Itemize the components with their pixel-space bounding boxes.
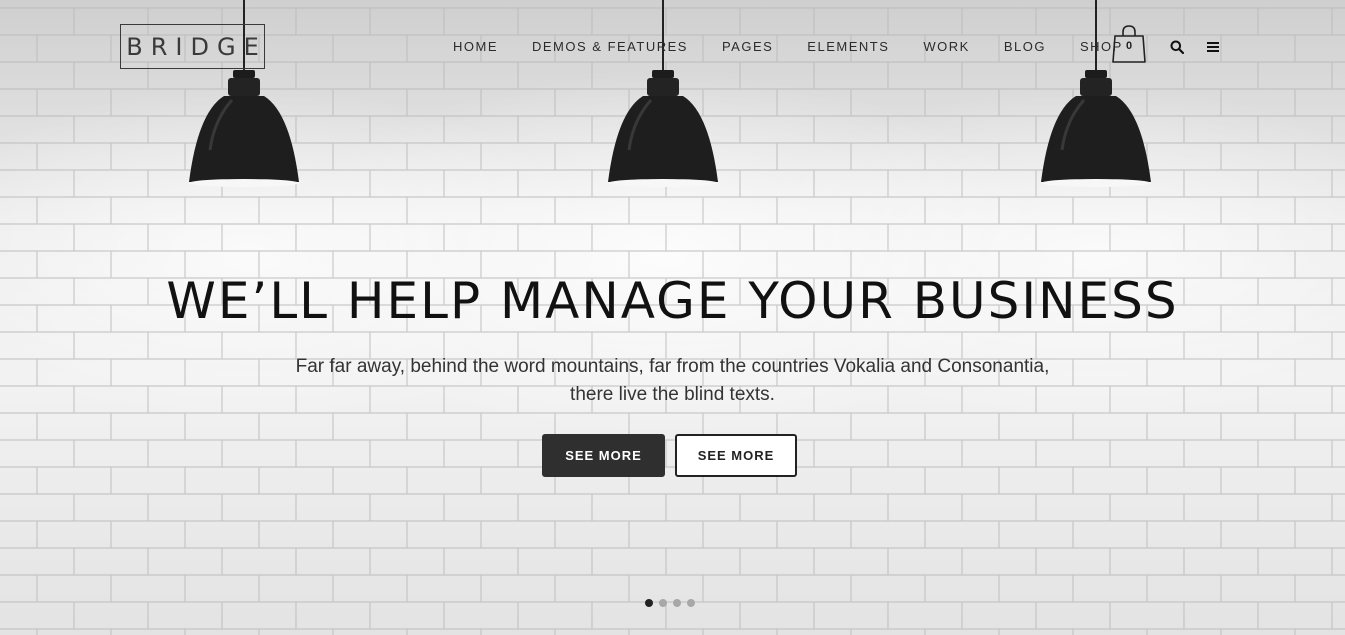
- slider-pagination: [645, 599, 701, 607]
- nav-item-work[interactable]: WORK: [923, 39, 969, 55]
- nav-item-home[interactable]: HOME: [453, 39, 498, 55]
- nav-item-demos-features[interactable]: DEMOS & FEATURES: [532, 39, 688, 55]
- cart-count: 0: [1125, 40, 1133, 52]
- hero-subtext-line-1: Far far away, behind the word mountains,…: [295, 356, 1050, 377]
- see-more-primary-button[interactable]: SEE MORE: [542, 434, 665, 477]
- main-nav: HOME DEMOS & FEATURES PAGES ELEMENTS WOR…: [453, 39, 1123, 55]
- hero-headline: WE’LL HELP MANAGE YOUR BUSINESS: [166, 272, 1179, 330]
- slider-dot-1[interactable]: [645, 599, 653, 607]
- cart-button[interactable]: 0: [1112, 24, 1146, 64]
- pendant-lamp-center: [608, 0, 718, 187]
- nav-item-blog[interactable]: BLOG: [1004, 39, 1046, 55]
- hero-subtext: Far far away, behind the word mountains,…: [0, 353, 1345, 409]
- hero-subtext-line-2: there live the blind texts.: [570, 384, 775, 405]
- nav-item-pages[interactable]: PAGES: [722, 39, 773, 55]
- slider-dot-4[interactable]: [687, 599, 695, 607]
- search-icon[interactable]: [1170, 40, 1184, 54]
- hamburger-menu-icon[interactable]: [1207, 41, 1219, 53]
- hero-slider: BRIDGE HOME DEMOS & FEATURES PAGES ELEME…: [0, 0, 1345, 635]
- slider-dot-3[interactable]: [673, 599, 681, 607]
- nav-item-elements[interactable]: ELEMENTS: [807, 39, 889, 55]
- slider-dot-2[interactable]: [659, 599, 667, 607]
- site-logo[interactable]: BRIDGE: [120, 24, 265, 69]
- see-more-secondary-button[interactable]: SEE MORE: [675, 434, 797, 477]
